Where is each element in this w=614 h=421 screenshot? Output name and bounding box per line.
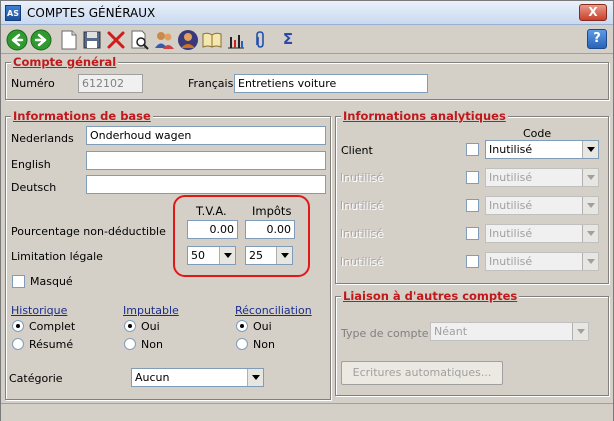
toolbar: Σ: [1, 26, 613, 54]
english-field[interactable]: [86, 151, 326, 170]
masque-label: Masqué: [30, 275, 73, 288]
user-icon[interactable]: [177, 29, 199, 51]
status-bar: [1, 403, 613, 421]
code-header: Code: [523, 127, 552, 140]
chevron-down-icon[interactable]: [582, 197, 598, 214]
categorie-select[interactable]: Aucun: [131, 368, 264, 387]
sum-icon[interactable]: Σ: [277, 29, 299, 51]
save-icon[interactable]: [81, 29, 103, 51]
chevron-down-icon[interactable]: [582, 169, 598, 186]
reconciliation-non-radio[interactable]: [236, 338, 248, 350]
analytic-code-value: Inutilisé: [489, 255, 533, 268]
analytic-row-checkbox[interactable]: [466, 227, 479, 240]
categorie-value: Aucun: [135, 371, 170, 384]
analytic-row-checkbox[interactable]: [466, 143, 479, 156]
pourcentage-tva-field[interactable]: 0.00: [187, 220, 238, 239]
limitation-label: Limitation légale: [11, 250, 103, 263]
analytic-code-select[interactable]: Inutilisé: [485, 252, 599, 271]
analytic-row-checkbox[interactable]: [466, 255, 479, 268]
francais-field[interactable]: Entretiens voiture: [234, 74, 428, 93]
pourcentage-label: Pourcentage non-déductible: [11, 225, 166, 238]
limitation-tva-value: 50: [191, 249, 205, 262]
historique-complet-radio[interactable]: [12, 320, 24, 332]
analytic-row-checkbox[interactable]: [466, 171, 479, 184]
analytic-code-value: Inutilisé: [489, 227, 533, 240]
pourcentage-impots-field[interactable]: 0.00: [245, 220, 295, 239]
window-title: COMPTES GÉNÉRAUX: [27, 6, 156, 20]
numero-label: Numéro: [11, 77, 55, 90]
tva-header: T.V.A.: [196, 204, 227, 218]
back-icon[interactable]: [6, 29, 28, 51]
historique-complet-label: Complet: [29, 320, 76, 333]
type-compte-label: Type de compte: [341, 327, 429, 340]
close-button[interactable]: X: [579, 4, 607, 21]
imputable-oui-radio[interactable]: [124, 320, 136, 332]
imputable-oui-label: Oui: [141, 320, 160, 333]
analytic-code-value: Inutilisé: [489, 171, 533, 184]
book-icon[interactable]: [201, 29, 223, 51]
reconciliation-label: Réconciliation: [235, 304, 312, 317]
imputable-label: Imputable: [123, 304, 179, 317]
attach-icon[interactable]: [249, 29, 271, 51]
chevron-down-icon[interactable]: [582, 225, 598, 242]
main-window: AS COMPTES GÉNÉRAUX X Σ ? Compte général…: [0, 0, 614, 421]
reconciliation-oui-radio[interactable]: [236, 320, 248, 332]
chevron-down-icon[interactable]: [247, 369, 263, 386]
delete-icon[interactable]: [105, 29, 127, 51]
informations-analytiques-title: Informations analytiques: [341, 109, 508, 123]
historique-resume-radio[interactable]: [12, 338, 24, 350]
masque-checkbox[interactable]: [12, 275, 25, 288]
analytic-code-select[interactable]: Inutilisé: [485, 168, 599, 187]
deutsch-label: Deutsch: [11, 181, 57, 194]
analytic-code-value: Inutilisé: [489, 199, 533, 212]
analytic-row-checkbox[interactable]: [466, 199, 479, 212]
search-document-icon[interactable]: [129, 29, 151, 51]
app-logo-icon: AS: [5, 5, 21, 21]
deutsch-field[interactable]: [86, 175, 326, 194]
numero-field[interactable]: 612102: [78, 74, 143, 93]
categorie-label: Catégorie: [9, 372, 63, 385]
nederlands-field[interactable]: Onderhoud wagen: [86, 126, 326, 145]
chevron-down-icon[interactable]: [572, 323, 588, 340]
reconciliation-oui-label: Oui: [253, 320, 272, 333]
users-icon[interactable]: [153, 29, 175, 51]
analytic-code-select[interactable]: Inutilisé: [485, 196, 599, 215]
help-button[interactable]: ?: [587, 29, 607, 49]
impots-header: Impôts: [252, 204, 292, 218]
chevron-down-icon[interactable]: [219, 247, 235, 264]
reconciliation-non-label: Non: [253, 338, 275, 351]
new-document-icon[interactable]: [58, 29, 80, 51]
informations-base-title: Informations de base: [11, 109, 153, 123]
limitation-tva-select[interactable]: 50: [187, 246, 236, 265]
analytic-row-label: Inutilisé: [341, 200, 385, 213]
type-compte-select[interactable]: Néant: [430, 322, 589, 341]
analytic-row-label: Inutilisé: [341, 172, 385, 185]
forward-icon[interactable]: [30, 29, 52, 51]
analytic-code-select[interactable]: Inutilisé: [485, 140, 599, 159]
analytic-row-label: Inutilisé: [341, 256, 385, 269]
analytic-row-label: Inutilisé: [341, 228, 385, 241]
chevron-down-icon[interactable]: [276, 247, 292, 264]
compte-general-title: Compte général: [11, 55, 119, 69]
imputable-non-radio[interactable]: [124, 338, 136, 350]
nederlands-label: Nederlands: [11, 132, 74, 145]
historique-label: Historique: [11, 304, 68, 317]
historique-resume-label: Résumé: [29, 338, 74, 351]
chevron-down-icon[interactable]: [582, 141, 598, 158]
liaison-title: Liaison à d'autres comptes: [341, 289, 520, 303]
francais-label: Français: [188, 77, 234, 90]
limitation-impots-value: 25: [249, 249, 263, 262]
analytic-code-select[interactable]: Inutilisé: [485, 224, 599, 243]
chart-icon[interactable]: [225, 29, 247, 51]
limitation-impots-select[interactable]: 25: [245, 246, 293, 265]
imputable-non-label: Non: [141, 338, 163, 351]
ecritures-automatiques-button[interactable]: Ecritures automatiques...: [341, 361, 503, 385]
type-compte-value: Néant: [434, 325, 468, 338]
analytic-code-value: Inutilisé: [489, 143, 533, 156]
title-bar: AS COMPTES GÉNÉRAUX X: [1, 1, 613, 25]
chevron-down-icon[interactable]: [582, 253, 598, 270]
analytic-row-label-client: Client: [341, 144, 373, 157]
english-label: English: [11, 158, 51, 171]
